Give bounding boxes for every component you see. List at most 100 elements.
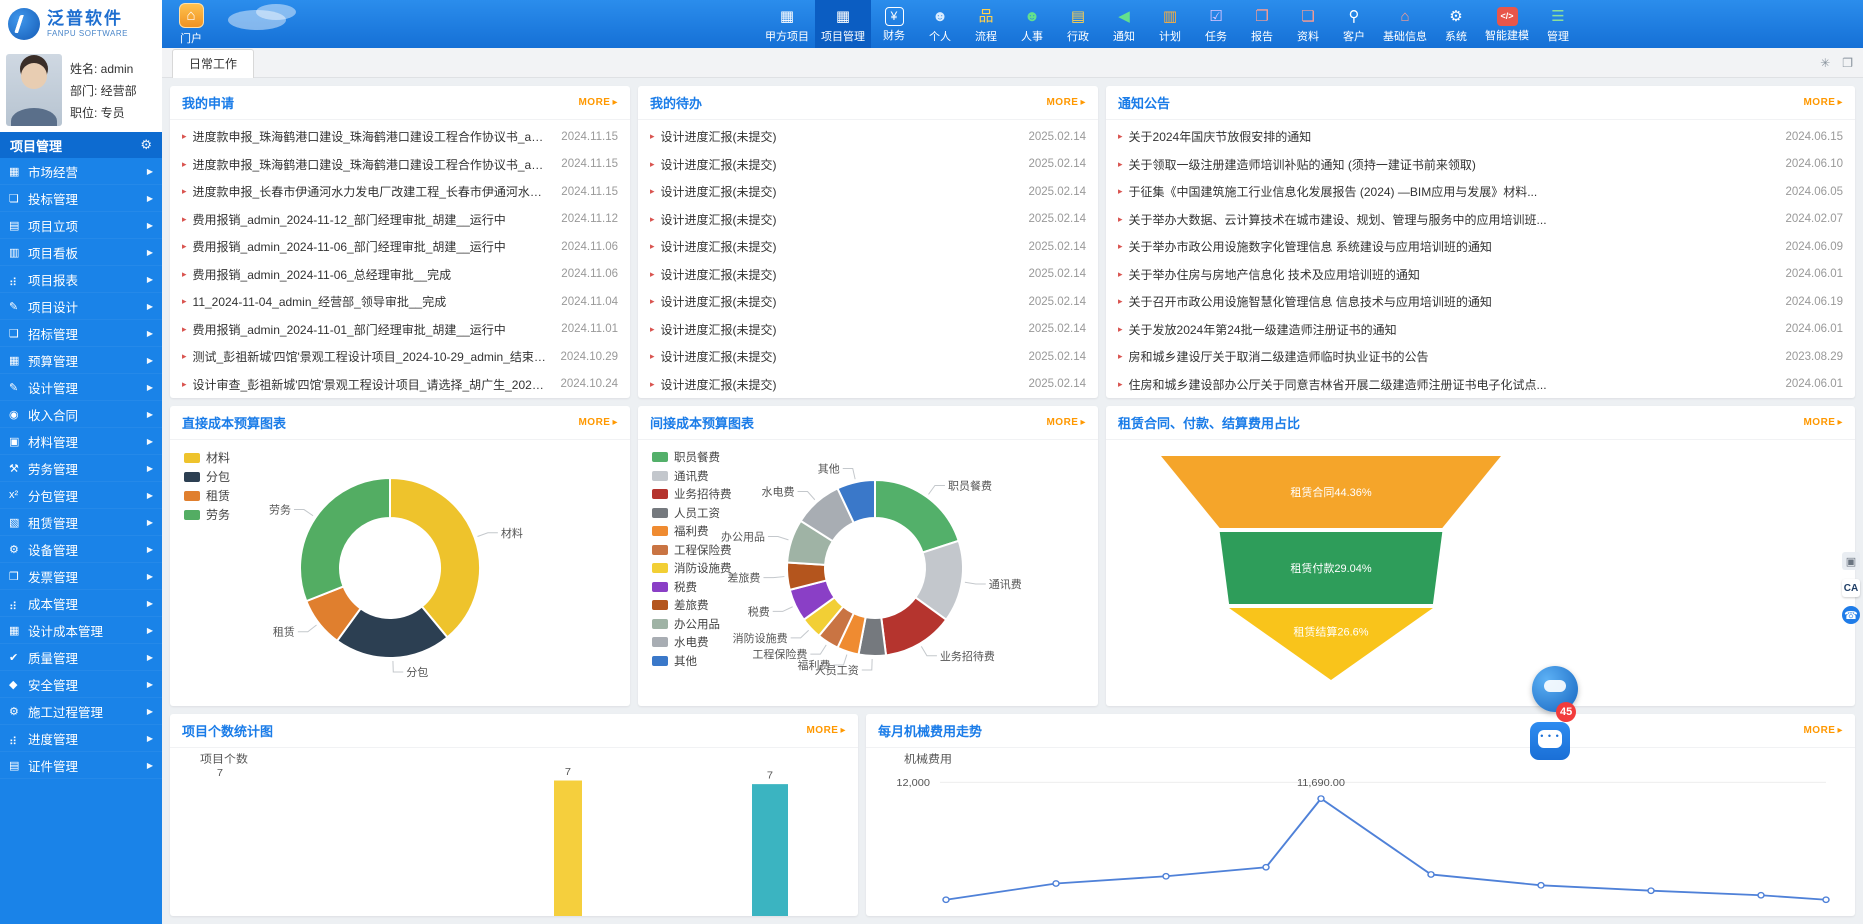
list-item[interactable]: ▸设计进度汇报(未提交)2025.02.14 bbox=[650, 178, 1086, 206]
top-nav-item-10[interactable]: ☑任务 bbox=[1193, 0, 1239, 48]
top-nav-item-2[interactable]: ▦项目管理 bbox=[815, 0, 871, 48]
list-item[interactable]: ▸设计进度汇报(未提交)2025.02.14 bbox=[650, 151, 1086, 179]
legend-item[interactable]: 租赁 bbox=[184, 486, 230, 505]
list-item[interactable]: ▸设计审查_彭祖新城'四馆'景观工程设计项目_请选择_胡广生_2024-10-2… bbox=[182, 371, 618, 399]
list-item[interactable]: ▸设计进度汇报(未提交)2025.02.14 bbox=[650, 206, 1086, 234]
list-item[interactable]: ▸房和城乡建设厅关于取消二级建造师临时执业证书的公告2023.08.29 bbox=[1118, 343, 1843, 371]
sidebar-menu-item-15[interactable]: ⚙设备管理▶ bbox=[0, 536, 162, 563]
top-nav-item-13[interactable]: ⚲客户 bbox=[1331, 0, 1377, 48]
expand-panel-icon[interactable]: ❐ bbox=[1842, 56, 1853, 70]
list-item[interactable]: ▸进度款申报_珠海鹤港口建设_珠海鹤港口建设工程合作协议书_admin_...2… bbox=[182, 151, 618, 179]
sidebar-menu-item-2[interactable]: ❏投标管理▶ bbox=[0, 185, 162, 212]
legend-item[interactable]: 分包 bbox=[184, 467, 230, 486]
list-item[interactable]: ▸住房和城乡建设部办公厅关于同意吉林省开展二级建造师注册证书电子化试点...20… bbox=[1118, 371, 1843, 399]
list-item[interactable]: ▸设计进度汇报(未提交)2025.02.14 bbox=[650, 288, 1086, 316]
list-item[interactable]: ▸设计进度汇报(未提交)2025.02.14 bbox=[650, 371, 1086, 399]
list-item[interactable]: ▸关于召开市政公用设施智慧化管理信息 信息技术与应用培训班的通知2024.06.… bbox=[1118, 288, 1843, 316]
sidebar-menu-item-5[interactable]: ⣴项目报表▶ bbox=[0, 266, 162, 293]
list-item[interactable]: ▸关于举办大数据、云计算技术在城市建设、规划、管理与服务中的应用培训班...20… bbox=[1118, 206, 1843, 234]
legend-item[interactable]: 水电费 bbox=[652, 633, 732, 652]
legend-item[interactable]: 福利费 bbox=[652, 522, 732, 541]
more-link[interactable]: MORE▸ bbox=[806, 725, 846, 736]
list-item[interactable]: ▸关于举办住房与房地产信息化 技术及应用培训班的通知2024.06.01 bbox=[1118, 261, 1843, 289]
legend-item[interactable]: 差旅费 bbox=[652, 596, 732, 615]
sidebar-menu-item-4[interactable]: ▥项目看板▶ bbox=[0, 239, 162, 266]
top-nav-item-3[interactable]: ¥财务 bbox=[871, 0, 917, 48]
list-item[interactable]: ▸费用报销_admin_2024-11-12_部门经理审批_胡建__运行中202… bbox=[182, 206, 618, 234]
list-item[interactable]: ▸设计进度汇报(未提交)2025.02.14 bbox=[650, 343, 1086, 371]
list-item[interactable]: ▸关于举办市政公用设施数字化管理信息 系统建设与应用培训班的通知2024.06.… bbox=[1118, 233, 1843, 261]
side-tool-icon[interactable]: ▣ bbox=[1842, 552, 1860, 570]
top-nav-item-14[interactable]: ⌂基础信息 bbox=[1377, 0, 1433, 48]
legend-item[interactable]: 职员餐费 bbox=[652, 448, 732, 467]
more-link[interactable]: MORE▸ bbox=[578, 97, 618, 108]
list-item[interactable]: ▸关于发放2024年第24批一级建造师注册证书的通知2024.06.01 bbox=[1118, 316, 1843, 344]
list-item[interactable]: ▸关于领取一级注册建造师培训补贴的通知 (须持一建证书前来领取)2024.06.… bbox=[1118, 151, 1843, 179]
sidebar-menu-item-22[interactable]: ⣴进度管理▶ bbox=[0, 725, 162, 752]
more-link[interactable]: MORE▸ bbox=[1803, 97, 1843, 108]
top-nav-item-8[interactable]: ◀通知 bbox=[1101, 0, 1147, 48]
portal-nav-item[interactable]: ⌂ 门户 bbox=[166, 0, 216, 48]
list-item[interactable]: ▸于征集《中国建筑施工行业信息化发展报告 (2024) —BIM应用与发展》材料… bbox=[1118, 178, 1843, 206]
sidebar-menu-item-8[interactable]: ▦预算管理▶ bbox=[0, 347, 162, 374]
sidebar-menu-item-11[interactable]: ▣材料管理▶ bbox=[0, 428, 162, 455]
top-nav-item-17[interactable]: ☰管理 bbox=[1535, 0, 1581, 48]
list-item[interactable]: ▸设计进度汇报(未提交)2025.02.14 bbox=[650, 261, 1086, 289]
legend-item[interactable]: 办公用品 bbox=[652, 615, 732, 634]
top-nav-item-12[interactable]: ❏资料 bbox=[1285, 0, 1331, 48]
top-nav-item-5[interactable]: 品流程 bbox=[963, 0, 1009, 48]
sidebar-menu-item-6[interactable]: ✎项目设计▶ bbox=[0, 293, 162, 320]
legend-item[interactable]: 其他 bbox=[652, 652, 732, 671]
sidebar-menu-item-16[interactable]: ❒发票管理▶ bbox=[0, 563, 162, 590]
list-item[interactable]: ▸11_2024-11-04_admin_经营部_领导审批__完成2024.11… bbox=[182, 288, 618, 316]
list-item[interactable]: ▸设计进度汇报(未提交)2025.02.14 bbox=[650, 123, 1086, 151]
key-icon[interactable]: ✳ bbox=[1820, 56, 1830, 70]
top-nav-item-16[interactable]: </>智能建模 bbox=[1479, 0, 1535, 48]
legend-item[interactable]: 通讯费 bbox=[652, 467, 732, 486]
list-item[interactable]: ▸测试_彭祖新城'四馆'景观工程设计项目_2024-10-29_admin_结束… bbox=[182, 343, 618, 371]
sidebar-menu-item-17[interactable]: ⣴成本管理▶ bbox=[0, 590, 162, 617]
legend-item[interactable]: 业务招待费 bbox=[652, 485, 732, 504]
more-link[interactable]: MORE▸ bbox=[578, 417, 618, 428]
ca-certificate-button[interactable]: CA bbox=[1842, 579, 1860, 597]
sidebar-menu-item-10[interactable]: ◉收入合同▶ bbox=[0, 401, 162, 428]
top-nav-item-11[interactable]: ❐报告 bbox=[1239, 0, 1285, 48]
legend-item[interactable]: 材料 bbox=[184, 448, 230, 467]
service-phone-icon[interactable]: ☎ bbox=[1842, 606, 1860, 624]
top-nav-item-7[interactable]: ▤行政 bbox=[1055, 0, 1101, 48]
sidebar-menu-item-20[interactable]: ◆安全管理▶ bbox=[0, 671, 162, 698]
list-item[interactable]: ▸进度款申报_珠海鹤港口建设_珠海鹤港口建设工程合作协议书_admin_...2… bbox=[182, 123, 618, 151]
legend-item[interactable]: 工程保险费 bbox=[652, 541, 732, 560]
module-settings-gear-icon[interactable]: ⚙ bbox=[140, 137, 152, 153]
sidebar-menu-item-3[interactable]: ▤项目立项▶ bbox=[0, 212, 162, 239]
more-link[interactable]: MORE▸ bbox=[1046, 417, 1086, 428]
top-nav-item-6[interactable]: ☻人事 bbox=[1009, 0, 1055, 48]
legend-item[interactable]: 消防设施费 bbox=[652, 559, 732, 578]
tab-daily-work[interactable]: 日常工作 bbox=[172, 49, 254, 78]
legend-item[interactable]: 劳务 bbox=[184, 505, 230, 524]
list-item[interactable]: ▸进度款申报_长春市伊通河水力发电厂改建工程_长春市伊通河水力发电...2024… bbox=[182, 178, 618, 206]
legend-item[interactable]: 人员工资 bbox=[652, 504, 732, 523]
top-nav-item-9[interactable]: ▥计划 bbox=[1147, 0, 1193, 48]
sidebar-menu-item-7[interactable]: ❑招标管理▶ bbox=[0, 320, 162, 347]
more-link[interactable]: MORE▸ bbox=[1803, 725, 1843, 736]
top-nav-item-1[interactable]: ▦甲方项目 bbox=[759, 0, 815, 48]
sidebar-menu-item-12[interactable]: ⚒劳务管理▶ bbox=[0, 455, 162, 482]
sidebar-menu-item-18[interactable]: ▦设计成本管理▶ bbox=[0, 617, 162, 644]
more-link[interactable]: MORE▸ bbox=[1803, 417, 1843, 428]
sidebar-menu-item-1[interactable]: ▦市场经营▶ bbox=[0, 158, 162, 185]
chat-button[interactable] bbox=[1530, 722, 1570, 760]
top-nav-item-4[interactable]: ☻个人 bbox=[917, 0, 963, 48]
list-item[interactable]: ▸费用报销_admin_2024-11-01_部门经理审批_胡建__运行中202… bbox=[182, 316, 618, 344]
list-item[interactable]: ▸关于2024年国庆节放假安排的通知2024.06.15 bbox=[1118, 123, 1843, 151]
sidebar-menu-item-21[interactable]: ⚙施工过程管理▶ bbox=[0, 698, 162, 725]
list-item[interactable]: ▸设计进度汇报(未提交)2025.02.14 bbox=[650, 233, 1086, 261]
legend-item[interactable]: 税费 bbox=[652, 578, 732, 597]
sidebar-menu-item-23[interactable]: ▤证件管理▶ bbox=[0, 752, 162, 779]
more-link[interactable]: MORE▸ bbox=[1046, 97, 1086, 108]
sidebar-menu-item-14[interactable]: ▧租赁管理▶ bbox=[0, 509, 162, 536]
sidebar-menu-item-13[interactable]: x²分包管理▶ bbox=[0, 482, 162, 509]
sidebar-menu-item-9[interactable]: ✎设计管理▶ bbox=[0, 374, 162, 401]
sidebar-menu-item-19[interactable]: ✔质量管理▶ bbox=[0, 644, 162, 671]
list-item[interactable]: ▸费用报销_admin_2024-11-06_部门经理审批_胡建__运行中202… bbox=[182, 233, 618, 261]
